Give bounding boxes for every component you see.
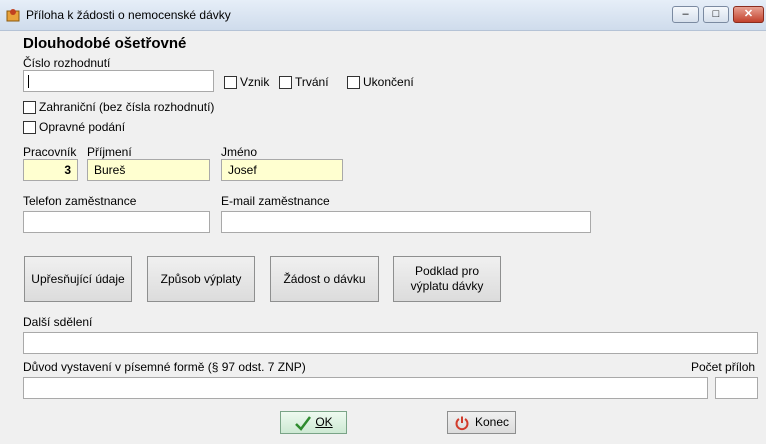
check-icon — [295, 415, 312, 431]
other-info-input[interactable] — [23, 332, 758, 354]
text-caret — [28, 75, 29, 88]
minimize-button[interactable]: – — [672, 6, 699, 23]
other-info-label: Další sdělení — [23, 315, 93, 329]
maximize-icon: □ — [712, 8, 720, 20]
checkbox-ukonceni-label: Ukončení — [363, 75, 414, 89]
checkbox-opravne[interactable] — [23, 121, 36, 134]
reason-input[interactable] — [23, 377, 708, 399]
upresnujici-udaje-button[interactable]: Upřesňující údaje — [24, 256, 132, 302]
reason-label: Důvod vystavení v písemné formě (§ 97 od… — [23, 360, 306, 374]
checkbox-zahranicni-label: Zahraniční (bez čísla rozhodnutí) — [39, 100, 215, 114]
app-icon — [6, 9, 20, 22]
surname-input[interactable]: Bureš — [87, 159, 210, 181]
decision-number-input[interactable] — [23, 70, 214, 92]
zpusob-vyplaty-button[interactable]: Způsob výplaty — [147, 256, 255, 302]
checkbox-opravne-label: Opravné podání — [39, 120, 126, 134]
email-label: E-mail zaměstnance — [221, 194, 330, 208]
minimize-icon: – — [682, 8, 689, 20]
checkbox-vznik-label: Vznik — [240, 75, 270, 89]
worker-input[interactable]: 3 — [23, 159, 78, 181]
attachments-input[interactable] — [715, 377, 758, 399]
checkbox-ukonceni[interactable] — [347, 76, 360, 89]
podklad-pro-vyplatu-button[interactable]: Podklad pro výplatu dávky — [393, 256, 501, 302]
phone-input[interactable] — [23, 211, 210, 233]
checkbox-trvani-label: Trvání — [295, 75, 329, 89]
name-input[interactable]: Josef — [221, 159, 343, 181]
email-input[interactable] — [221, 211, 591, 233]
window-title: Příloha k žádosti o nemocenské dávky — [26, 8, 231, 22]
zadost-o-davku-button[interactable]: Žádost o dávku — [270, 256, 379, 302]
konec-button[interactable]: Konec — [447, 411, 516, 434]
power-icon — [455, 416, 469, 430]
checkbox-vznik[interactable] — [224, 76, 237, 89]
checkbox-trvani[interactable] — [279, 76, 292, 89]
worker-label: Pracovník — [23, 145, 77, 159]
attachments-label: Počet příloh — [691, 360, 756, 374]
decision-number-label: Číslo rozhodnutí — [23, 56, 111, 70]
checkbox-zahranicni[interactable] — [23, 101, 36, 114]
close-icon: ✕ — [743, 8, 754, 20]
close-button[interactable]: ✕ — [733, 6, 764, 23]
name-label: Jméno — [221, 145, 258, 159]
form-heading: Dlouhodobé ošetřovné — [23, 35, 187, 52]
surname-label: Příjmení — [87, 145, 132, 159]
maximize-button[interactable]: □ — [703, 6, 729, 23]
phone-label: Telefon zaměstnance — [23, 194, 137, 208]
ok-button[interactable]: OK — [280, 411, 347, 434]
